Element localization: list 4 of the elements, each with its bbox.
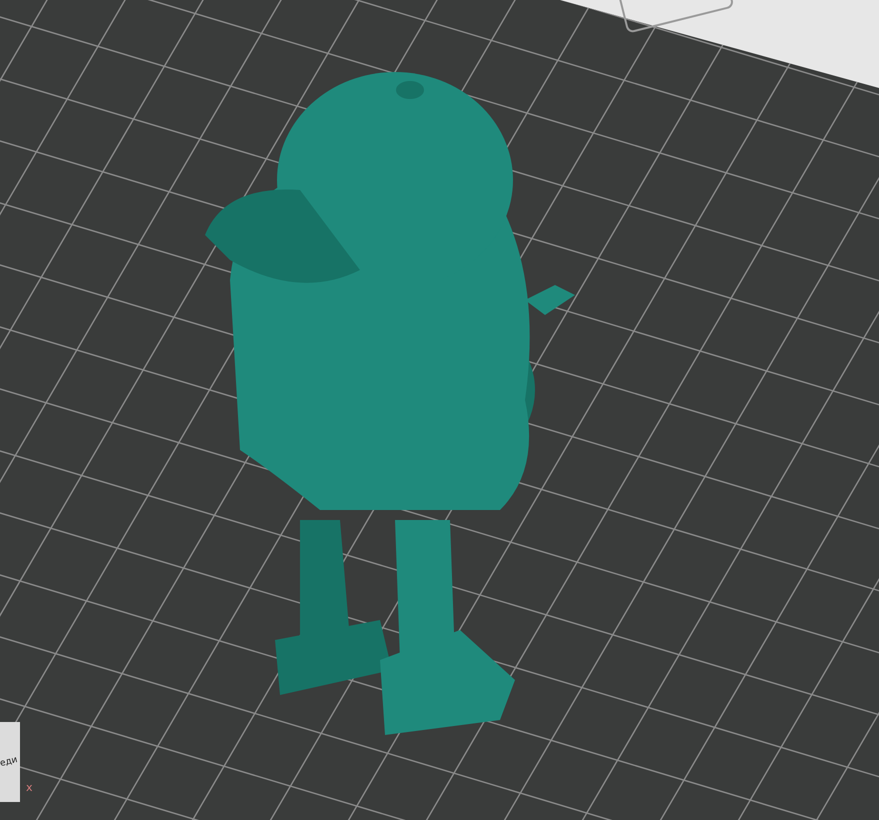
axis-label: x [26, 782, 33, 793]
view-cube-label: еди [0, 755, 19, 769]
3d-viewport[interactable]: еди x [0, 0, 879, 820]
view-cube[interactable]: еди [0, 722, 20, 802]
